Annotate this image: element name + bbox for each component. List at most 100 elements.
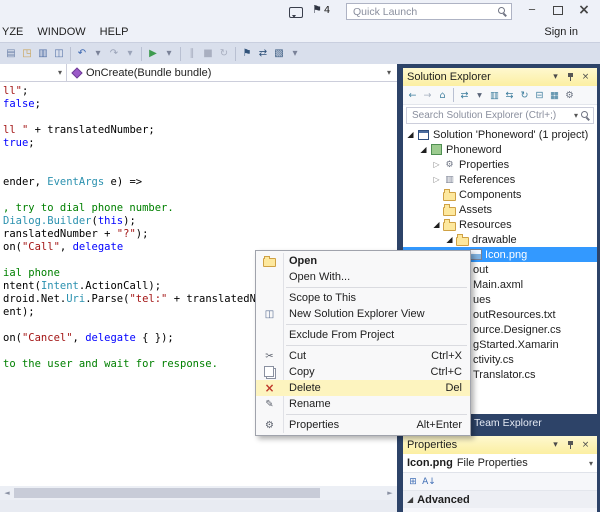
home-icon[interactable]: ⌂ bbox=[435, 90, 450, 101]
menu-item-label: Exclude From Project bbox=[283, 329, 462, 341]
expanded-expander-icon[interactable]: ◢ bbox=[418, 145, 429, 154]
scrollbar-thumb[interactable] bbox=[14, 488, 320, 498]
properties-icon: ⚙ bbox=[256, 420, 283, 431]
code-line: , try to dial phone number. bbox=[3, 202, 397, 215]
back-icon[interactable]: ← bbox=[405, 90, 420, 101]
expanded-expander-icon[interactable]: ◢ bbox=[444, 235, 455, 244]
redo-icon[interactable]: ↷ bbox=[106, 44, 122, 64]
collapsed-expander-icon[interactable]: ▷ bbox=[431, 160, 442, 169]
scroll-right-icon[interactable]: ► bbox=[383, 489, 397, 497]
members-dropdown[interactable]: OnCreate(Bundle bundle) ▾ bbox=[67, 64, 397, 81]
feedback-icon[interactable] bbox=[289, 7, 303, 18]
chevron-down-icon[interactable]: ▾ bbox=[589, 459, 593, 468]
menu-item-scope-to-this[interactable]: Scope to This bbox=[256, 290, 470, 306]
properties-header[interactable]: Properties ▾ × bbox=[403, 436, 597, 454]
advanced-expander-icon[interactable]: ◢ bbox=[407, 495, 413, 504]
toolbar-separator bbox=[70, 47, 71, 61]
debug-dropdown-icon[interactable]: ▾ bbox=[161, 44, 177, 64]
pin-glyph bbox=[567, 441, 574, 450]
restart-icon[interactable]: ↻ bbox=[216, 44, 232, 64]
collapsed-expander-icon[interactable]: ▷ bbox=[431, 175, 442, 184]
menu-item-open[interactable]: Open bbox=[256, 253, 470, 269]
tree-item-components[interactable]: Components bbox=[403, 187, 597, 202]
expanded-expander-icon[interactable]: ◢ bbox=[431, 220, 442, 229]
code-line bbox=[3, 111, 397, 124]
menu-item-window[interactable]: WINDOW bbox=[30, 22, 92, 42]
horizontal-scrollbar[interactable]: ◄ ► bbox=[0, 486, 397, 500]
window-position-icon[interactable]: ▾ bbox=[548, 69, 563, 85]
pin-icon[interactable] bbox=[563, 69, 578, 85]
undo-dropdown-icon[interactable]: ▾ bbox=[90, 44, 106, 64]
new-project-icon[interactable]: ▤ bbox=[3, 44, 19, 64]
search-options-chevron-icon[interactable]: ▾ bbox=[574, 111, 578, 120]
switch-views-dropdown-icon[interactable]: ▾ bbox=[472, 90, 487, 101]
close-button[interactable]: × bbox=[571, 0, 597, 20]
window-position-icon[interactable]: ▾ bbox=[548, 437, 563, 453]
solution-explorer-header[interactable]: Solution Explorer ▾ × bbox=[403, 68, 597, 86]
refresh-icon[interactable]: ↻ bbox=[517, 90, 532, 101]
expanded-expander-icon[interactable]: ◢ bbox=[405, 130, 416, 139]
properties-window-icon[interactable]: ⚙ bbox=[562, 90, 577, 101]
sign-in-link[interactable]: Sign in bbox=[544, 26, 578, 38]
bookmark-icon[interactable]: ⚑ bbox=[239, 44, 255, 64]
menu-item-new-solution-explorer-view[interactable]: ◫New Solution Explorer View bbox=[256, 306, 470, 322]
quick-launch-box[interactable] bbox=[346, 3, 512, 20]
new-view-icon: ◫ bbox=[256, 309, 283, 320]
tree-item-assets[interactable]: Assets bbox=[403, 202, 597, 217]
delete-icon: × bbox=[256, 381, 283, 395]
menu-item-copy[interactable]: CopyCtrl+C bbox=[256, 364, 470, 380]
switch-views-icon[interactable]: ⇄ bbox=[457, 90, 472, 101]
save-all-icon[interactable]: ◫ bbox=[51, 44, 67, 64]
comment-icon[interactable]: ▧ bbox=[271, 44, 287, 64]
navigate-icon[interactable]: ⇄ bbox=[255, 44, 271, 64]
tree-item-label: Main.axml bbox=[471, 279, 523, 291]
pending-changes-icon[interactable]: ▥ bbox=[487, 90, 502, 101]
tree-item-references[interactable]: ▷References bbox=[403, 172, 597, 187]
show-all-files-icon[interactable]: ▦ bbox=[547, 90, 562, 101]
forward-icon[interactable]: → bbox=[420, 90, 435, 101]
types-dropdown[interactable]: ▾ bbox=[0, 64, 67, 81]
categorized-icon[interactable]: ⊞ bbox=[406, 477, 420, 487]
menu-item-rename[interactable]: ✎Rename bbox=[256, 396, 470, 412]
redo-dropdown-icon[interactable]: ▾ bbox=[122, 44, 138, 64]
tree-item-solution-phoneword-1-project[interactable]: ◢Solution 'Phoneword' (1 project) bbox=[403, 127, 597, 142]
tree-item-properties[interactable]: ▷Properties bbox=[403, 157, 597, 172]
notifications-flag-icon[interactable]: ⚑4 bbox=[312, 3, 330, 16]
sort-alphabetical-icon[interactable]: A↓ bbox=[422, 477, 436, 487]
menu-item-delete[interactable]: ×DeleteDel bbox=[256, 380, 470, 396]
solution-search-box[interactable]: ▾ bbox=[406, 107, 594, 124]
menu-item-analyze-partial[interactable]: YZE bbox=[0, 22, 30, 42]
minimize-button[interactable]: ─ bbox=[519, 0, 545, 20]
scroll-left-icon[interactable]: ◄ bbox=[0, 489, 14, 497]
menu-item-exclude-from-project[interactable]: Exclude From Project bbox=[256, 327, 470, 343]
undo-icon[interactable]: ↶ bbox=[74, 44, 90, 64]
options-dropdown-icon[interactable]: ▾ bbox=[287, 44, 303, 64]
advanced-section-row[interactable]: ◢ Advanced bbox=[403, 491, 597, 508]
close-icon[interactable]: × bbox=[578, 437, 593, 453]
editor-navigation-bar: ▾ OnCreate(Bundle bundle) ▾ bbox=[0, 64, 397, 82]
pin-icon[interactable] bbox=[563, 437, 578, 453]
tree-item-phoneword[interactable]: ◢Phoneword bbox=[403, 142, 597, 157]
menu-item-open-with[interactable]: Open With... bbox=[256, 269, 470, 285]
menu-item-properties[interactable]: ⚙PropertiesAlt+Enter bbox=[256, 417, 470, 433]
break-all-icon[interactable]: ∥ bbox=[184, 44, 200, 64]
sync-active-document-icon[interactable]: ⇆ bbox=[502, 90, 517, 101]
open-file-icon[interactable]: ◳ bbox=[19, 44, 35, 64]
save-icon[interactable]: ▥ bbox=[35, 44, 51, 64]
solution-search-input[interactable] bbox=[410, 109, 574, 122]
tab-team-explorer[interactable]: Team Explorer bbox=[474, 417, 542, 429]
close-icon[interactable]: × bbox=[578, 69, 593, 85]
menu-item-cut[interactable]: ✂CutCtrl+X bbox=[256, 348, 470, 364]
tree-item-label: out bbox=[471, 264, 488, 276]
tree-item-label: Resources bbox=[457, 219, 512, 231]
restore-button[interactable] bbox=[545, 0, 571, 20]
quick-launch-input[interactable] bbox=[351, 5, 498, 19]
properties-toolbar: ⊞ A↓ bbox=[403, 473, 597, 491]
start-debug-icon[interactable]: ▶ bbox=[145, 44, 161, 64]
tree-item-drawable[interactable]: ◢drawable bbox=[403, 232, 597, 247]
tree-item-resources[interactable]: ◢ Resources bbox=[403, 217, 597, 232]
properties-object-selector[interactable]: Icon.png File Properties ▾ bbox=[403, 454, 597, 473]
collapse-all-icon[interactable]: ⊟ bbox=[532, 90, 547, 101]
stop-debug-icon[interactable]: ■ bbox=[200, 44, 216, 64]
menu-item-help[interactable]: HELP bbox=[93, 22, 136, 42]
